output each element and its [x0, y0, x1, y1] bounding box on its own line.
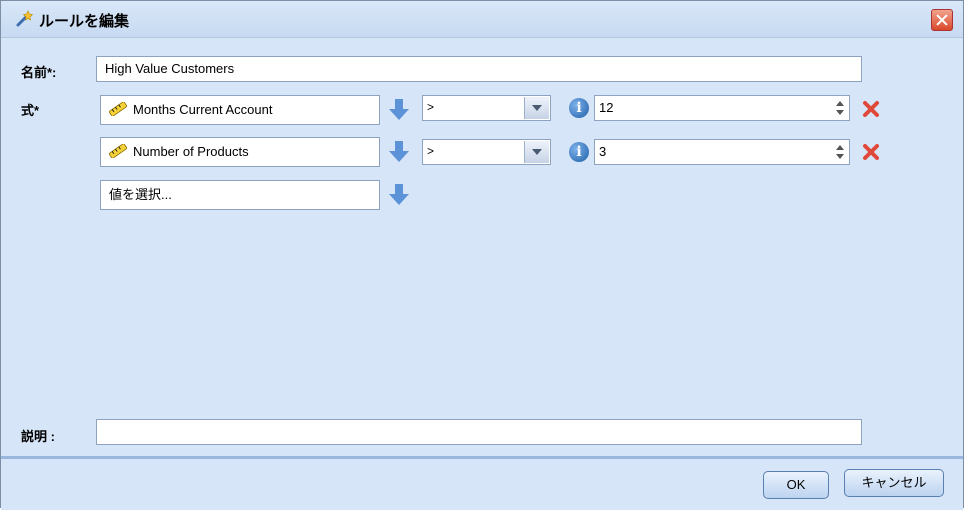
description-label: 説明 :	[21, 429, 55, 444]
delete-x-icon[interactable]	[862, 143, 880, 161]
edit-rule-dialog: ルールを編集 名前*: High Value Customers 式* Mont…	[0, 0, 964, 510]
ruler-icon	[109, 102, 127, 116]
dialog-title: ルールを編集	[39, 13, 130, 30]
operator-value-1: >	[427, 100, 435, 114]
name-label: 名前*:	[21, 65, 57, 80]
rule-field-1[interactable]: Months Current Account	[100, 95, 380, 125]
magic-wand-icon	[16, 10, 33, 27]
arrow-down-icon[interactable]	[388, 139, 410, 163]
title-bar: ルールを編集	[1, 1, 963, 38]
ruler-icon	[109, 144, 127, 158]
ok-button[interactable]: OK	[763, 471, 829, 499]
value-2: 3	[599, 144, 607, 159]
spinner-arrows-icon[interactable]	[832, 97, 848, 119]
name-input[interactable]: High Value Customers	[96, 56, 862, 82]
dialog-footer: OK キャンセル	[1, 456, 963, 510]
select-value-field[interactable]: 値を選択...	[100, 180, 380, 210]
close-button[interactable]	[931, 9, 953, 31]
operator-select-1[interactable]: >	[422, 95, 551, 121]
info-icon[interactable]: i	[569, 98, 589, 118]
chevron-down-icon[interactable]	[524, 141, 549, 163]
rule-field-1-label: Months Current Account	[133, 102, 273, 117]
spinner-arrows-icon[interactable]	[832, 141, 848, 163]
expression-label: 式*	[21, 103, 40, 118]
rule-field-2-label: Number of Products	[133, 144, 249, 159]
description-input[interactable]	[96, 419, 862, 445]
operator-value-2: >	[427, 144, 435, 158]
rule-field-2[interactable]: Number of Products	[100, 137, 380, 167]
value-1: 12	[599, 100, 614, 115]
arrow-down-icon[interactable]	[388, 182, 410, 206]
arrow-down-icon[interactable]	[388, 97, 410, 121]
cancel-button[interactable]: キャンセル	[844, 469, 944, 497]
value-spinner-2[interactable]: 3	[594, 139, 850, 165]
delete-x-icon[interactable]	[862, 100, 880, 118]
info-icon[interactable]: i	[569, 142, 589, 162]
value-spinner-1[interactable]: 12	[594, 95, 850, 121]
operator-select-2[interactable]: >	[422, 139, 551, 165]
chevron-down-icon[interactable]	[524, 97, 549, 119]
